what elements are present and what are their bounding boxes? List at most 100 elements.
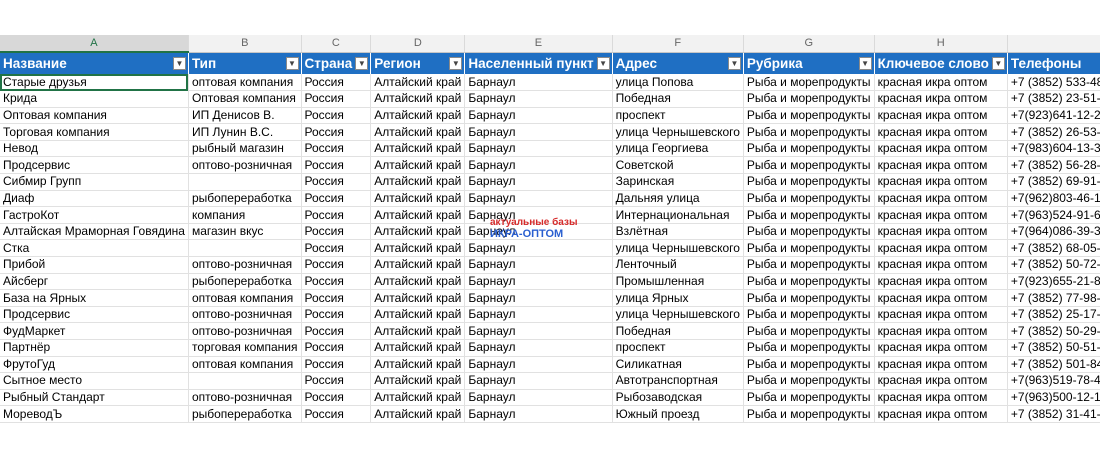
column-letter-d[interactable]: D (370, 35, 466, 53)
table-cell[interactable]: красная икра оптом (874, 223, 1008, 241)
table-cell[interactable]: Стка (0, 239, 189, 258)
table-cell[interactable]: Продсервис (0, 156, 189, 175)
table-cell[interactable]: Рыба и морепродукты (743, 239, 875, 258)
filter-dropdown-icon[interactable]: ▼ (727, 56, 741, 70)
table-cell[interactable]: Рыба и морепродукты (743, 273, 875, 291)
table-cell[interactable]: Россия (301, 123, 372, 141)
table-cell[interactable] (188, 173, 302, 191)
table-cell[interactable]: красная икра оптом (874, 372, 1008, 390)
table-cell[interactable]: Россия (301, 173, 372, 191)
table-cell[interactable]: Барнаул (464, 90, 613, 108)
table-cell[interactable]: Рыба и морепродукты (743, 256, 875, 274)
table-cell[interactable]: Россия (301, 306, 372, 324)
table-cell[interactable]: Барнаул (464, 306, 613, 324)
table-cell[interactable]: +7(962)803-46-11, +7(962)803-46-11 (1007, 190, 1100, 208)
table-cell[interactable]: Рыба и морепродукты (743, 356, 875, 374)
table-cell[interactable]: Рыба и морепродукты (743, 90, 875, 108)
table-cell[interactable] (188, 239, 302, 258)
table-cell[interactable]: красная икра оптом (874, 190, 1008, 208)
table-cell[interactable]: Барнаул (464, 156, 613, 175)
table-cell[interactable]: +7 (3852) 50-51-47 (1007, 339, 1100, 357)
table-cell[interactable]: Барнаул (464, 405, 613, 423)
table-cell[interactable]: +7(923)655-21-80, +7(923)655-21-80 (1007, 273, 1100, 291)
filter-dropdown-icon[interactable]: ▼ (596, 56, 610, 70)
filter-dropdown-icon[interactable]: ▼ (172, 57, 186, 70)
table-cell[interactable]: Алтайский край (370, 256, 466, 274)
table-cell[interactable]: Барнаул (464, 356, 613, 374)
table-cell[interactable]: Алтайская Мраморная Говядина (0, 223, 189, 241)
table-cell[interactable]: Россия (301, 339, 372, 357)
table-cell[interactable]: ФрутоГуд (0, 356, 189, 374)
table-cell[interactable]: Алтайский край (370, 306, 466, 324)
table-cell[interactable]: Торговая компания (0, 123, 189, 141)
filter-dropdown-icon[interactable]: ▼ (858, 56, 872, 70)
table-cell[interactable]: Рыба и морепродукты (743, 173, 875, 191)
table-cell[interactable]: МореводЪ (0, 405, 189, 423)
table-cell[interactable]: красная икра оптом (874, 156, 1008, 175)
table-cell[interactable]: Алтайский край (370, 356, 466, 374)
table-cell[interactable]: Рыба и морепродукты (743, 339, 875, 357)
table-cell[interactable]: Алтайский край (370, 405, 466, 423)
table-cell[interactable]: +7(963)519-78-41 (1007, 372, 1100, 390)
table-cell[interactable]: проспект (612, 339, 744, 357)
table-cell[interactable]: +7(983)604-13-37, +7(983)604-13-37 (1007, 140, 1100, 158)
table-cell[interactable]: улица Чернышевского (612, 306, 744, 324)
header-cell[interactable]: Населенный пункт ▼ (464, 52, 613, 74)
table-cell[interactable]: красная икра оптом (874, 140, 1008, 158)
table-cell[interactable]: Победная (612, 90, 744, 108)
column-letter-f[interactable]: F (612, 35, 744, 53)
table-cell[interactable] (188, 372, 302, 390)
table-cell[interactable]: Взлётная (612, 223, 744, 241)
table-cell[interactable]: +7(963)500-12-14 (1007, 389, 1100, 407)
table-cell[interactable]: Алтайский край (370, 140, 466, 158)
table-cell[interactable]: ФудМаркет (0, 322, 189, 340)
table-cell[interactable]: Заринская (612, 173, 744, 191)
table-cell[interactable]: Силикатная (612, 356, 744, 374)
header-cell[interactable]: Ключевое слово ▼ (874, 52, 1008, 74)
table-cell[interactable]: красная икра оптом (874, 339, 1008, 357)
table-cell[interactable]: Победная (612, 322, 744, 340)
table-cell[interactable]: Промышленная (612, 273, 744, 291)
table-cell[interactable]: Алтайский край (370, 322, 466, 340)
table-cell[interactable]: красная икра оптом (874, 389, 1008, 407)
table-cell[interactable]: Сибмир Групп (0, 173, 189, 191)
table-cell[interactable]: Алтайский край (370, 289, 466, 307)
table-cell[interactable]: +7(963)524-91-65 (1007, 206, 1100, 224)
table-cell[interactable]: Россия (301, 389, 372, 407)
table-cell[interactable]: Рыба и морепродукты (743, 107, 875, 125)
table-cell[interactable]: +7 (3852) 50-29-74 (1007, 322, 1100, 340)
table-cell[interactable]: Россия (301, 322, 372, 340)
table-cell[interactable]: Россия (301, 156, 372, 175)
table-cell[interactable]: Россия (301, 74, 372, 92)
table-cell[interactable]: Барнаул (464, 256, 613, 274)
table-cell[interactable]: Барнаул (464, 239, 613, 258)
table-cell[interactable]: Барнаул (464, 173, 613, 191)
table-cell[interactable]: Алтайский край (370, 273, 466, 291)
table-cell[interactable]: Барнаул (464, 389, 613, 407)
table-cell[interactable]: Алтайский край (370, 107, 466, 125)
table-cell[interactable]: Оптовая компания (0, 107, 189, 125)
table-cell[interactable]: красная икра оптом (874, 322, 1008, 340)
table-cell[interactable]: Алтайский край (370, 156, 466, 175)
filter-dropdown-icon[interactable]: ▼ (991, 56, 1005, 70)
table-cell[interactable]: Продсервис (0, 306, 189, 324)
table-cell[interactable]: торговая компания (188, 339, 302, 357)
spreadsheet-grid[interactable]: ABCDEFGHIJKLMНазвание▼Тип▼Страна▼Регион▼… (0, 35, 1100, 425)
table-cell[interactable]: Россия (301, 356, 372, 374)
table-cell[interactable]: Россия (301, 190, 372, 208)
table-cell[interactable]: +7(923)641-12-21 (1007, 107, 1100, 125)
table-cell[interactable]: +7 (3852) 25-17-34, +7(903)947-67-34 (1007, 306, 1100, 324)
column-letter-i[interactable]: I (1007, 35, 1100, 53)
table-cell[interactable]: улица Чернышевского (612, 239, 744, 258)
table-cell[interactable]: Россия (301, 405, 372, 423)
table-cell[interactable]: красная икра оптом (874, 289, 1008, 307)
filter-dropdown-icon[interactable]: ▼ (285, 56, 299, 70)
table-cell[interactable]: красная икра оптом (874, 239, 1008, 258)
table-cell[interactable]: +7 (3852) 56-28-86, +7 (3852) 56-15-12 (1007, 156, 1100, 175)
table-cell[interactable]: красная икра оптом (874, 90, 1008, 108)
table-cell[interactable]: Барнаул (464, 74, 613, 92)
table-cell[interactable]: магазин вкус (188, 223, 302, 241)
table-cell[interactable]: Рыба и морепродукты (743, 140, 875, 158)
table-cell[interactable]: рыбный магазин (188, 140, 302, 158)
table-cell[interactable]: ГастроКот (0, 206, 189, 224)
